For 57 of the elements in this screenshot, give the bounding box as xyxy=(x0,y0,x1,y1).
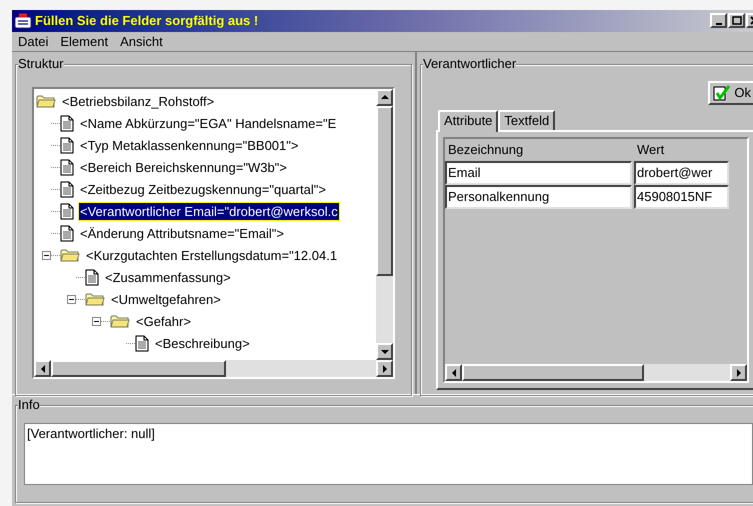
minimize-button[interactable] xyxy=(710,13,727,28)
tree-item[interactable]: <Kurzgutachten Erstellungsdatum="12.04.1 xyxy=(84,246,340,264)
document-icon xyxy=(60,158,74,176)
scroll-left-button[interactable] xyxy=(445,364,462,381)
scroll-right-button[interactable] xyxy=(730,364,747,381)
app-icon xyxy=(14,12,32,29)
scroll-left-button[interactable] xyxy=(34,360,51,377)
tree-item[interactable]: <Bereich Bereichskennung="W3b"> xyxy=(78,158,289,176)
table-cell[interactable]: Personalkennung xyxy=(445,185,632,209)
scrollbar-thumb[interactable] xyxy=(462,364,644,381)
column-header: Bezeichnung xyxy=(447,140,524,159)
table-cell[interactable]: Email xyxy=(445,161,632,185)
collapse-icon[interactable] xyxy=(67,294,76,304)
tree-item[interactable]: <Verantwortlicher Email="drobert@werksol.c xyxy=(78,202,340,220)
scroll-up-button[interactable] xyxy=(376,89,393,106)
info-text-area[interactable]: [Verantwortlicher: null] xyxy=(24,423,753,485)
maximize-icon xyxy=(732,16,742,26)
document-icon xyxy=(60,202,74,220)
minimize-icon xyxy=(716,22,722,25)
tree-item[interactable]: <Zusammenfassung> xyxy=(103,268,233,286)
folder-icon xyxy=(85,292,105,306)
scrollbar-thumb[interactable] xyxy=(376,106,393,276)
tree-item[interactable]: <Beschreibung> xyxy=(153,334,252,352)
collapse-icon[interactable] xyxy=(42,250,51,260)
tab[interactable]: Textfeld xyxy=(498,110,556,130)
document-icon xyxy=(60,114,74,132)
tree-item[interactable]: <Betriebsbilanz_Rohstoff> xyxy=(60,92,216,110)
ok-button[interactable]: Ok xyxy=(708,81,753,105)
document-icon xyxy=(60,224,74,242)
tree-item[interactable]: <Name Abkürzung="EGA" Handelsname="E xyxy=(78,114,338,132)
document-icon xyxy=(135,334,149,352)
folder-icon xyxy=(110,314,130,328)
check-icon xyxy=(713,85,732,101)
document-icon xyxy=(60,180,74,198)
tree-item[interactable]: <Umweltgefahren> xyxy=(109,290,223,308)
tree-item[interactable]: <Änderung Attributsname="Email"> xyxy=(78,224,286,242)
folder-icon xyxy=(60,248,80,262)
tab[interactable]: Attribute xyxy=(438,110,498,132)
table-cell[interactable]: 45908015NF xyxy=(634,185,729,209)
tree-item[interactable]: <Typ Metaklassenkennung="BB001"> xyxy=(78,136,300,154)
tree-item[interactable]: <Zeitbezug Zeitbezugskennung="quartal"> xyxy=(78,180,328,198)
collapse-icon[interactable] xyxy=(92,316,101,326)
table-cell[interactable]: drobert@wer xyxy=(634,161,729,185)
document-icon xyxy=(85,268,99,286)
menu-item[interactable]: Datei xyxy=(18,32,48,51)
maximize-button[interactable] xyxy=(728,13,745,28)
folder-icon xyxy=(36,94,56,108)
scroll-right-button[interactable] xyxy=(376,360,393,377)
tree-item[interactable]: <Gefahr> xyxy=(134,312,193,330)
column-header: Wert xyxy=(636,140,666,158)
window-title: Füllen Sie die Felder sorgfältig aus ! xyxy=(35,12,258,30)
document-icon xyxy=(60,136,74,154)
menu-item[interactable]: Element xyxy=(60,32,108,51)
scrollbar-thumb[interactable] xyxy=(51,360,226,377)
scroll-down-button[interactable] xyxy=(376,343,393,360)
info-text: [Verantwortlicher: null] xyxy=(27,426,155,441)
menu-item[interactable]: Ansicht xyxy=(120,32,163,51)
